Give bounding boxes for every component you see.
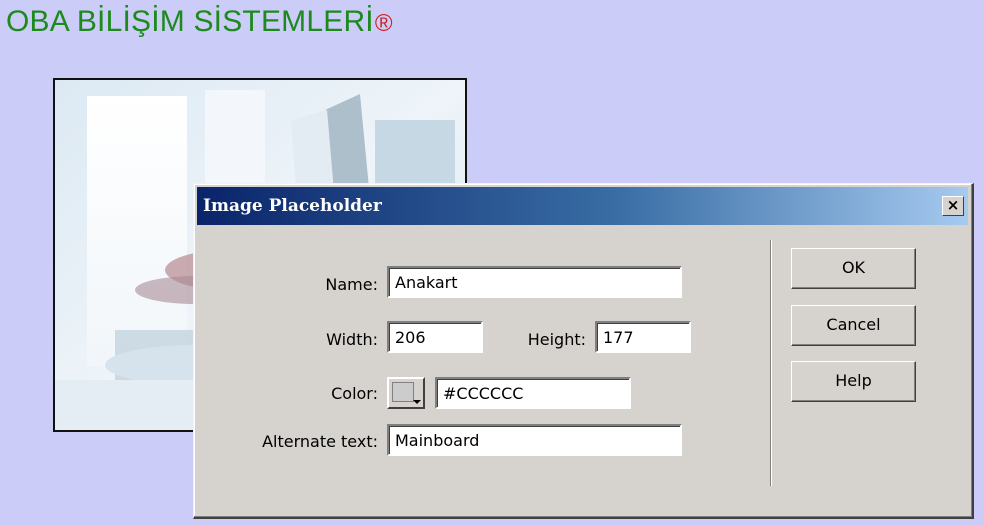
close-button[interactable]: ×	[942, 196, 964, 216]
color-label: Color:	[331, 384, 378, 403]
name-field[interactable]	[387, 266, 682, 298]
dialog-title: Image Placeholder	[203, 196, 382, 216]
height-label: Height:	[527, 330, 586, 349]
width-label: Width:	[326, 330, 378, 349]
image-placeholder-dialog: Image Placeholder × Name: Width: Height:…	[193, 183, 974, 519]
width-field[interactable]	[387, 321, 483, 353]
alternate-text-label: Alternate text:	[262, 432, 378, 451]
height-field[interactable]	[595, 321, 691, 353]
color-swatch-button[interactable]	[387, 377, 425, 409]
registered-mark: ®	[374, 10, 393, 37]
cancel-button[interactable]: Cancel	[791, 305, 916, 346]
page-title: OBA BİLİŞİM SİSTEMLERİ®	[6, 4, 393, 42]
dialog-titlebar[interactable]: Image Placeholder ×	[197, 187, 968, 225]
alternate-text-field[interactable]	[387, 424, 682, 456]
dropdown-arrow-icon	[413, 400, 421, 404]
name-label: Name:	[325, 275, 378, 294]
color-swatch-preview	[392, 382, 414, 402]
page-title-text: OBA BİLİŞİM SİSTEMLERİ	[6, 5, 374, 38]
ok-button[interactable]: OK	[791, 248, 916, 289]
vertical-separator	[770, 240, 772, 486]
color-hex-field[interactable]	[435, 377, 631, 409]
help-button[interactable]: Help	[791, 361, 916, 402]
